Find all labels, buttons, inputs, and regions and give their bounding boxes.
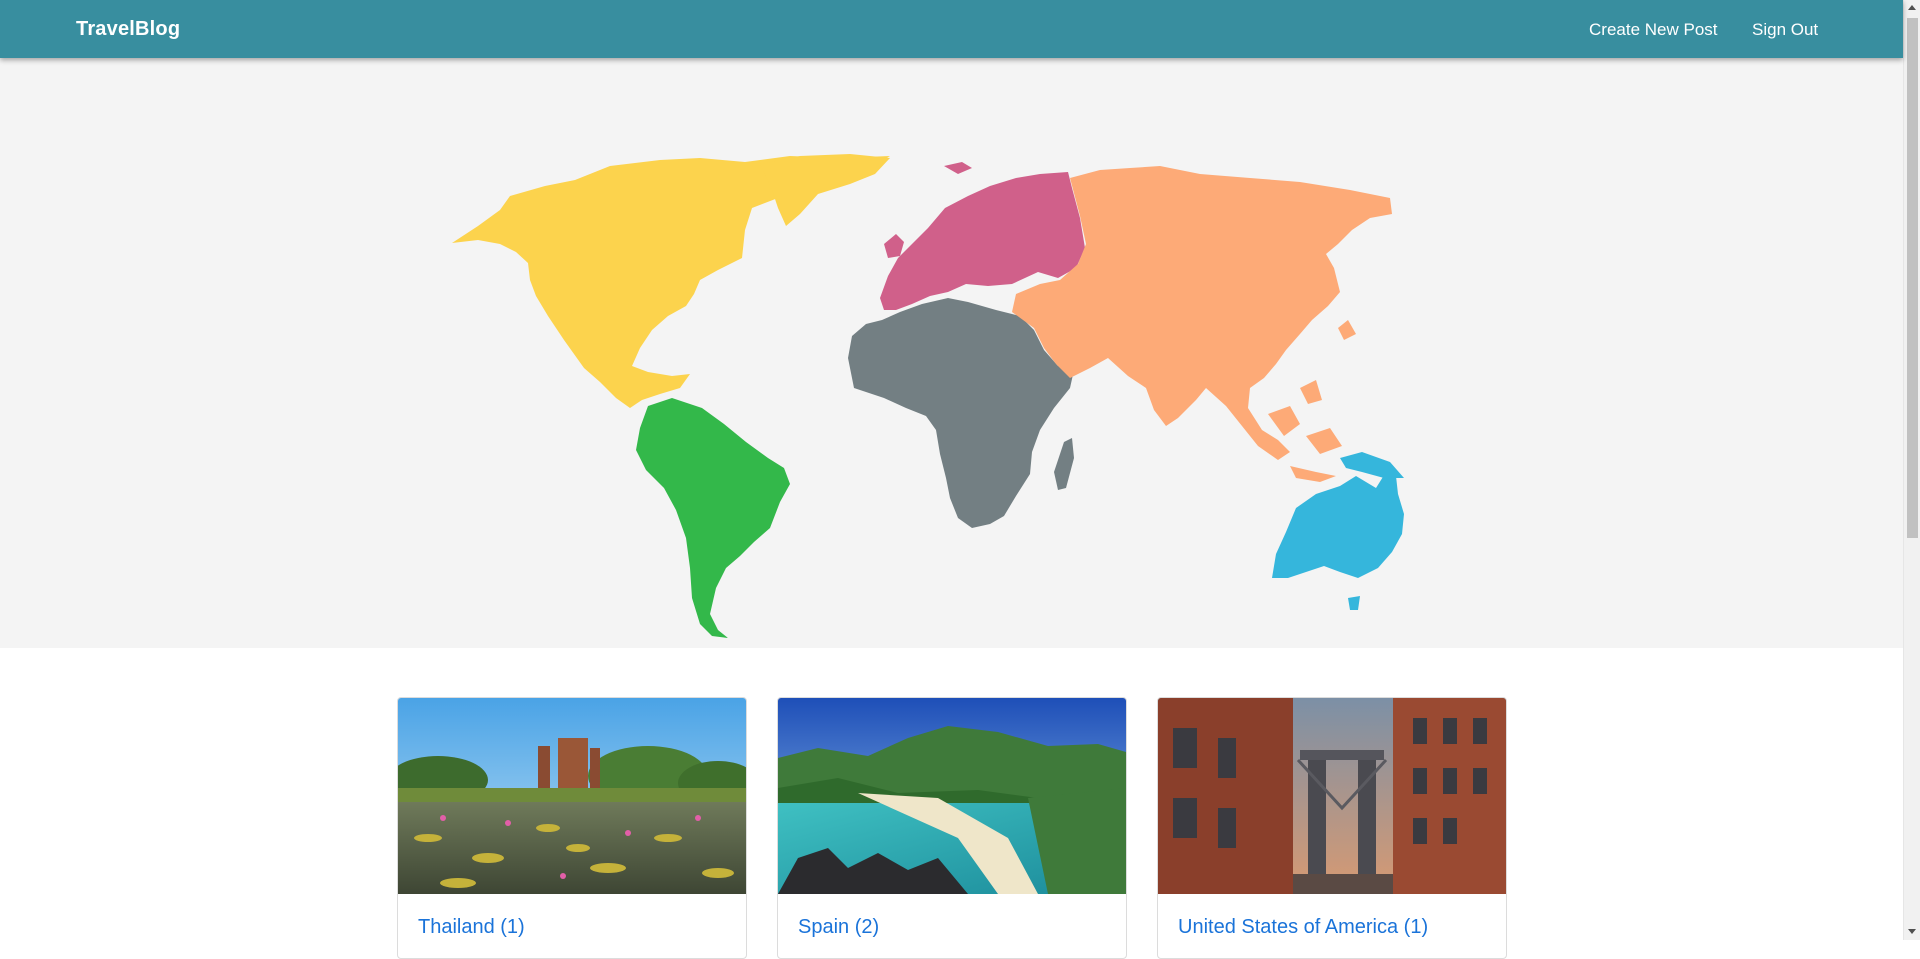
country-card-thailand[interactable]: Thailand (1) [397, 697, 747, 959]
scrollbar-thumb[interactable] [1907, 18, 1918, 538]
continent-greenland[interactable] [760, 154, 890, 226]
usa-image[interactable] [1158, 698, 1506, 894]
card-title-thailand[interactable]: Thailand (1) [418, 916, 525, 939]
continent-north-america[interactable] [452, 156, 890, 408]
continent-south-america[interactable] [636, 398, 790, 638]
world-map [452, 154, 1404, 638]
continent-new-guinea [1340, 452, 1404, 478]
page-scrollbar[interactable] [1903, 0, 1920, 940]
continent-madagascar [1054, 438, 1074, 490]
continent-tasmania [1348, 596, 1360, 610]
card-title-spain[interactable]: Spain (2) [798, 916, 879, 939]
country-card-usa[interactable]: United States of America (1) [1157, 697, 1507, 959]
thailand-image[interactable] [398, 698, 746, 894]
world-map-section [0, 58, 1903, 648]
card-title-usa[interactable]: United States of America (1) [1178, 916, 1428, 939]
country-card-spain[interactable]: Spain (2) [777, 697, 1127, 959]
top-navbar: TravelBlog Create New Post Sign Out [0, 0, 1903, 58]
sign-out-link[interactable]: Sign Out [1752, 20, 1818, 40]
scroll-up-arrow-icon[interactable] [1908, 5, 1916, 10]
continent-australia[interactable] [1272, 472, 1404, 578]
create-new-post-link[interactable]: Create New Post [1589, 20, 1718, 40]
brand-logo-link[interactable]: TravelBlog [76, 18, 180, 41]
spain-image[interactable] [778, 698, 1126, 894]
scroll-down-arrow-icon[interactable] [1908, 929, 1916, 934]
